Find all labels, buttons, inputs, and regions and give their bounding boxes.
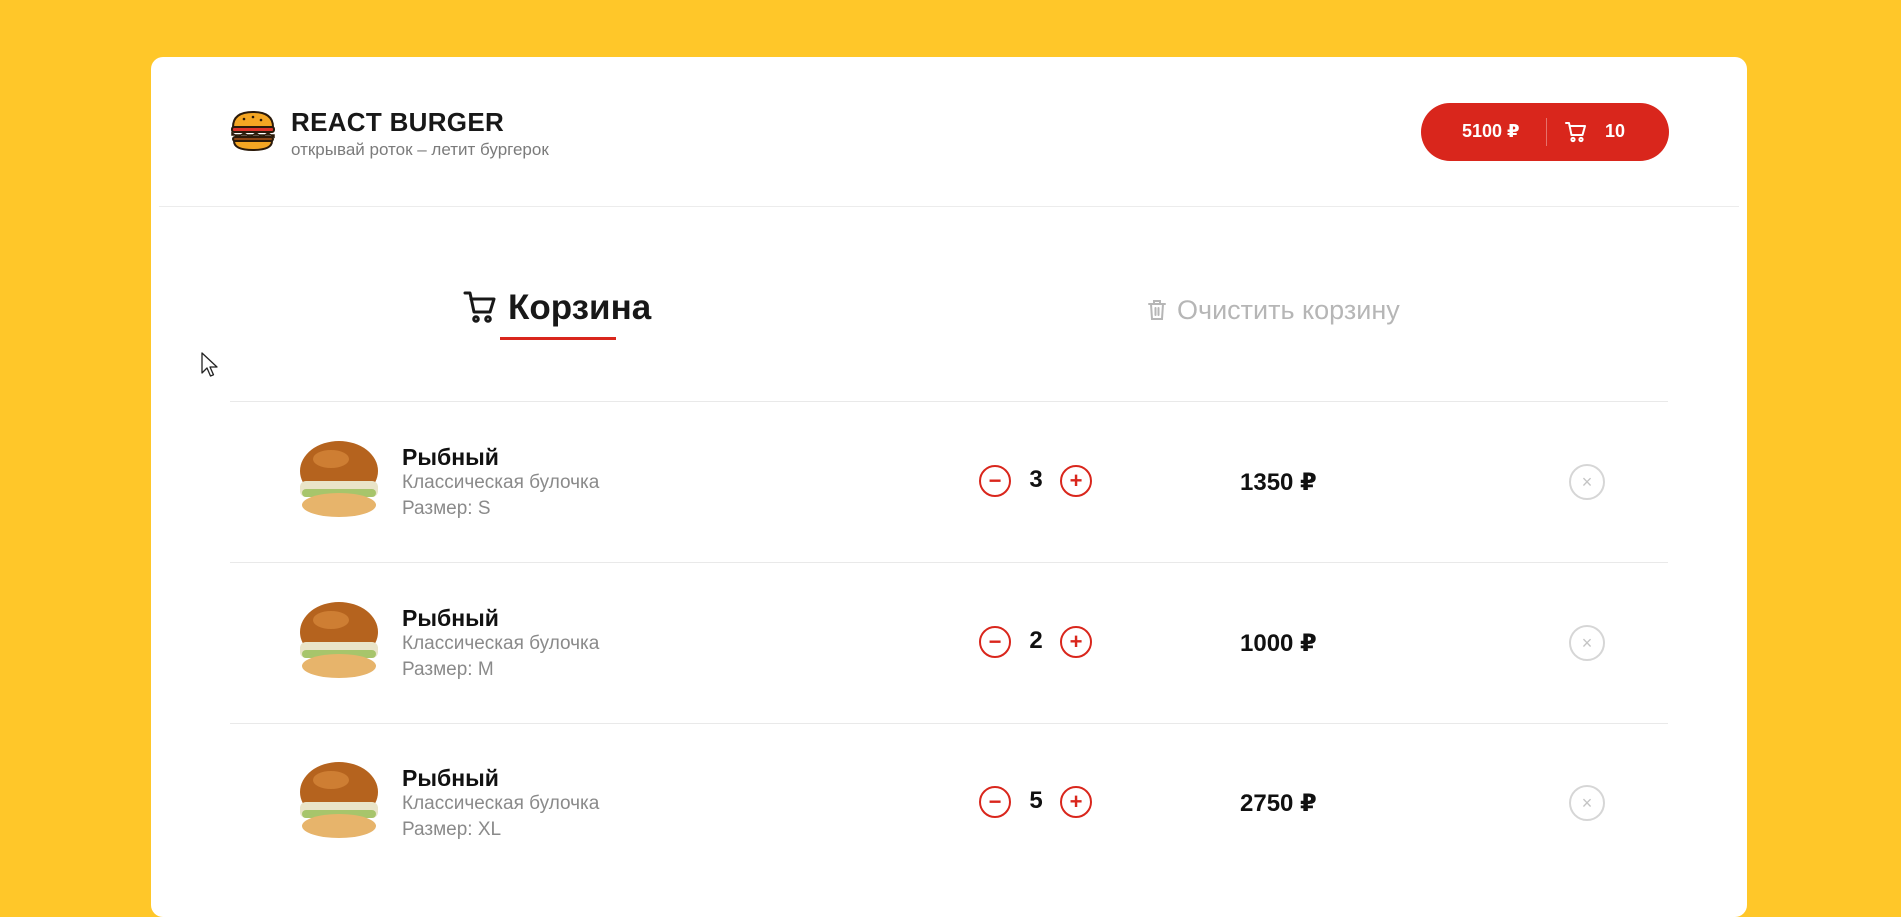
burger-image bbox=[300, 441, 378, 517]
burger-icon[interactable] bbox=[230, 109, 276, 153]
item-quantity: 5 bbox=[1029, 787, 1043, 814]
clear-cart-button[interactable]: Очистить корзину bbox=[1147, 293, 1400, 327]
increase-quantity-button[interactable]: + bbox=[1060, 786, 1092, 818]
clear-cart-label: Очистить корзину bbox=[1177, 294, 1400, 325]
mouse-cursor-icon bbox=[201, 352, 218, 377]
cart-icon bbox=[463, 291, 496, 323]
cart-pill-divider bbox=[1546, 118, 1547, 146]
title-underline bbox=[500, 337, 616, 340]
item-price: 1000 ₽ bbox=[1240, 630, 1317, 657]
cart-item: Рыбный Классическая булочка Размер: S − … bbox=[230, 402, 1668, 562]
item-size: Размер: XL bbox=[402, 819, 502, 840]
item-name: Рыбный bbox=[402, 444, 499, 470]
page-title: Корзина bbox=[508, 288, 652, 327]
header-cart-button[interactable]: 5100 ₽ 10 bbox=[1421, 103, 1669, 161]
item-quantity: 3 bbox=[1029, 466, 1043, 493]
cart-total: 5100 ₽ bbox=[1462, 121, 1520, 141]
burger-image bbox=[300, 602, 378, 678]
brand-subtitle: открывай роток – летит бургерок bbox=[291, 140, 549, 159]
increase-quantity-button[interactable]: + bbox=[1060, 465, 1092, 497]
decrease-quantity-button[interactable]: − bbox=[979, 465, 1011, 497]
item-bun: Классическая булочка bbox=[402, 633, 600, 654]
item-quantity: 2 bbox=[1029, 627, 1043, 654]
trash-icon bbox=[1148, 300, 1166, 320]
cart-icon bbox=[1565, 122, 1586, 143]
item-price: 1350 ₽ bbox=[1240, 469, 1317, 496]
item-bun: Классическая булочка bbox=[402, 472, 600, 493]
brand-title: REACT BURGER bbox=[291, 107, 505, 137]
item-name: Рыбный bbox=[402, 765, 499, 791]
decrease-quantity-button[interactable]: − bbox=[979, 626, 1011, 658]
header: REACT BURGER открывай роток – летит бург… bbox=[151, 57, 1747, 207]
cart-item: Рыбный Классическая булочка Размер: XL −… bbox=[230, 723, 1668, 883]
cart-count: 10 bbox=[1605, 121, 1626, 141]
item-size: Размер: S bbox=[402, 498, 491, 519]
cart-item: Рыбный Классическая булочка Размер: M − … bbox=[230, 563, 1668, 723]
remove-item-button[interactable]: × bbox=[1569, 625, 1605, 661]
remove-item-button[interactable]: × bbox=[1569, 464, 1605, 500]
increase-quantity-button[interactable]: + bbox=[1060, 626, 1092, 658]
header-divider bbox=[159, 206, 1739, 207]
remove-item-button[interactable]: × bbox=[1569, 785, 1605, 821]
item-name: Рыбный bbox=[402, 605, 499, 631]
burger-image bbox=[300, 762, 378, 838]
item-size: Размер: M bbox=[402, 659, 494, 680]
item-bun: Классическая булочка bbox=[402, 793, 600, 814]
item-price: 2750 ₽ bbox=[1240, 790, 1317, 817]
decrease-quantity-button[interactable]: − bbox=[979, 786, 1011, 818]
